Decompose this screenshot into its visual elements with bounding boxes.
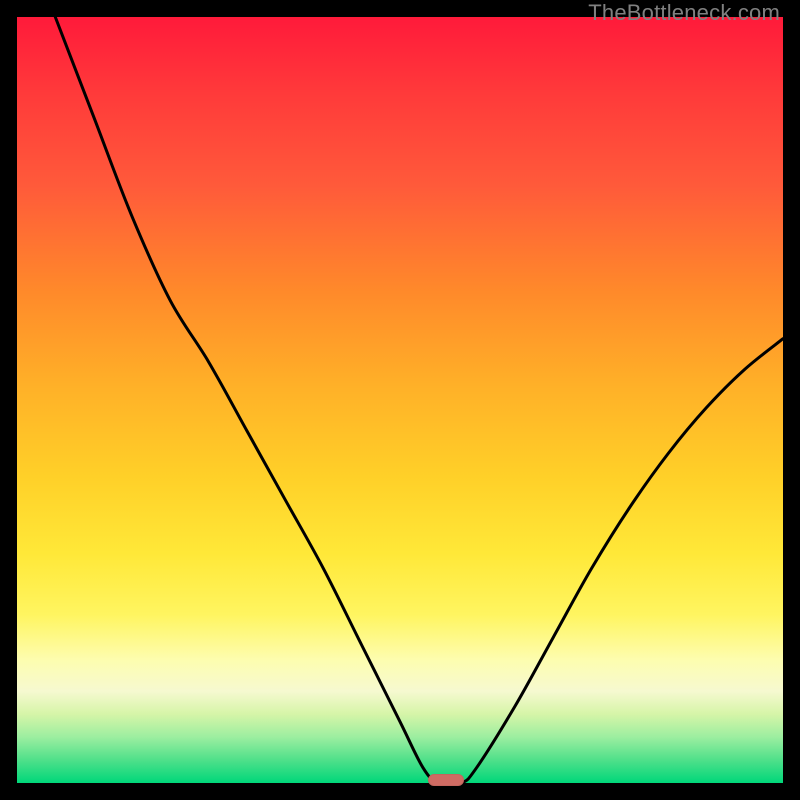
bottleneck-curve	[17, 17, 783, 783]
plot-area	[17, 17, 783, 783]
optimal-marker	[428, 774, 464, 786]
watermark-text: TheBottleneck.com	[588, 0, 780, 26]
chart-frame: TheBottleneck.com	[0, 0, 800, 800]
